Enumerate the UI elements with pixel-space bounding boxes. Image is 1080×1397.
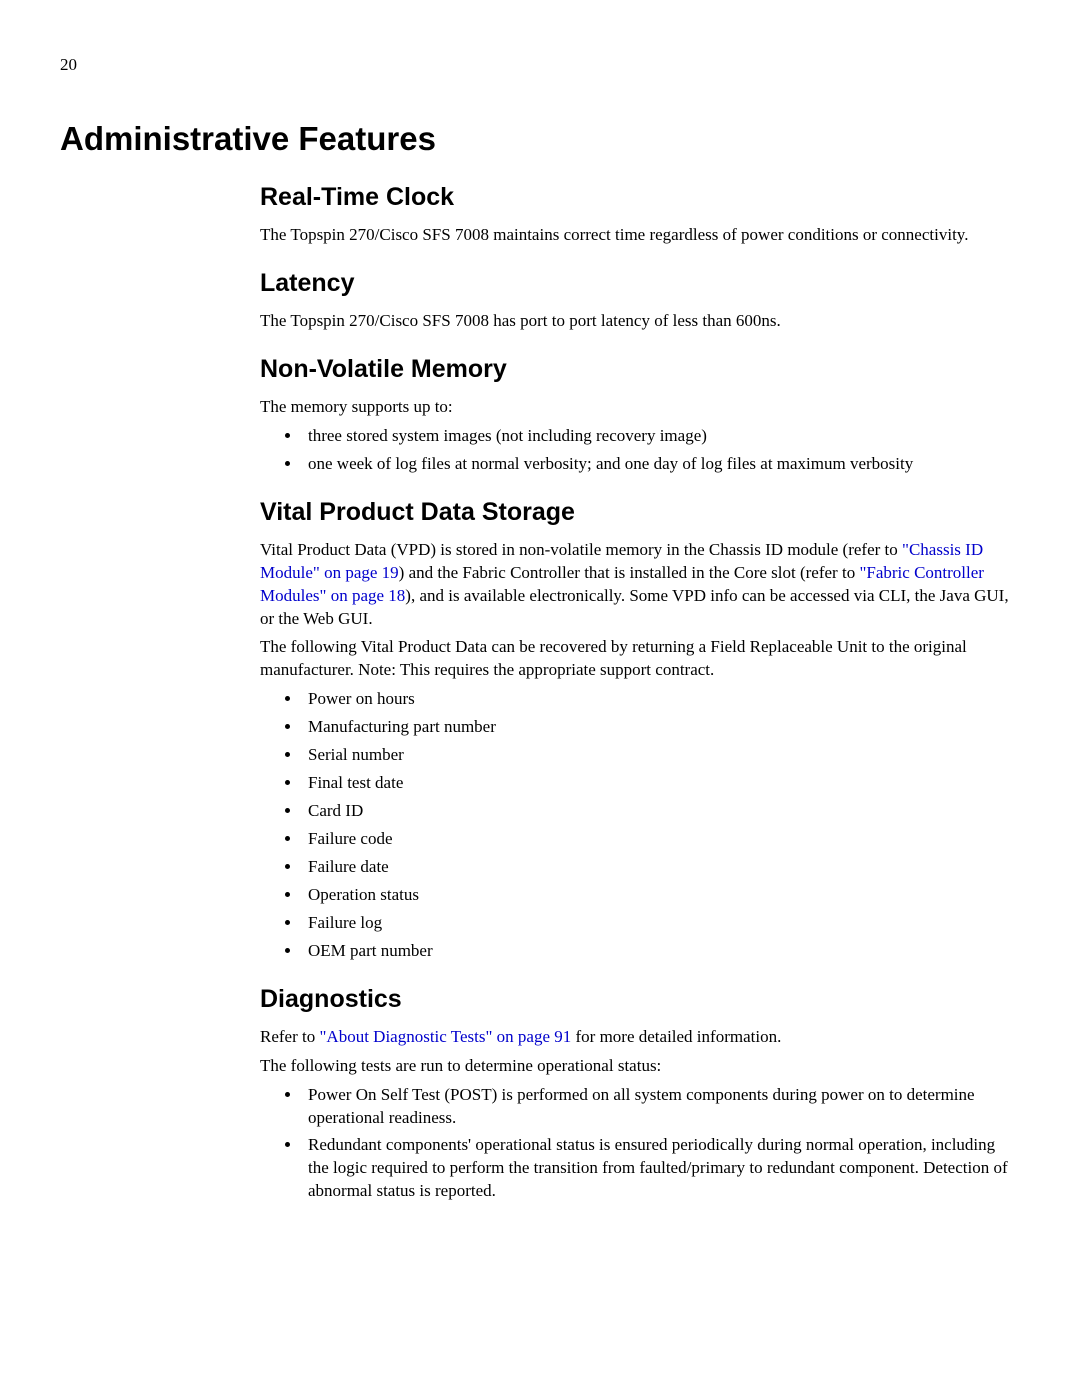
list-item: Card ID bbox=[302, 800, 1020, 823]
paragraph: The following tests are run to determine… bbox=[260, 1055, 1020, 1078]
list-item: Manufacturing part number bbox=[302, 716, 1020, 739]
list: three stored system images (not includin… bbox=[260, 425, 1020, 476]
text: Vital Product Data (VPD) is stored in no… bbox=[260, 540, 902, 559]
list-item: OEM part number bbox=[302, 940, 1020, 963]
section-real-time-clock: Real-Time Clock The Topspin 270/Cisco SF… bbox=[260, 183, 1020, 247]
list-item: Failure date bbox=[302, 856, 1020, 879]
content-body: Real-Time Clock The Topspin 270/Cisco SF… bbox=[260, 183, 1020, 1203]
paragraph: The Topspin 270/Cisco SFS 7008 has port … bbox=[260, 310, 1020, 333]
list-item: Redundant components' operational status… bbox=[302, 1134, 1020, 1203]
list-item: Failure log bbox=[302, 912, 1020, 935]
paragraph: The following Vital Product Data can be … bbox=[260, 636, 1020, 682]
heading-rtc: Real-Time Clock bbox=[260, 183, 1020, 212]
list-item: Power On Self Test (POST) is performed o… bbox=[302, 1084, 1020, 1130]
heading-diagnostics: Diagnostics bbox=[260, 985, 1020, 1014]
page-number: 20 bbox=[60, 55, 1020, 75]
section-non-volatile-memory: Non-Volatile Memory The memory supports … bbox=[260, 355, 1020, 476]
paragraph: Vital Product Data (VPD) is stored in no… bbox=[260, 539, 1020, 631]
list: Power on hours Manufacturing part number… bbox=[260, 688, 1020, 962]
heading-vpd: Vital Product Data Storage bbox=[260, 498, 1020, 527]
list-item: Operation status bbox=[302, 884, 1020, 907]
section-diagnostics: Diagnostics Refer to "About Diagnostic T… bbox=[260, 985, 1020, 1204]
heading-latency: Latency bbox=[260, 269, 1020, 298]
heading-nvm: Non-Volatile Memory bbox=[260, 355, 1020, 384]
list-item: Serial number bbox=[302, 744, 1020, 767]
list-item: Power on hours bbox=[302, 688, 1020, 711]
text: Refer to bbox=[260, 1027, 319, 1046]
section-latency: Latency The Topspin 270/Cisco SFS 7008 h… bbox=[260, 269, 1020, 333]
paragraph: The Topspin 270/Cisco SFS 7008 maintains… bbox=[260, 224, 1020, 247]
section-vpd: Vital Product Data Storage Vital Product… bbox=[260, 498, 1020, 963]
paragraph: Refer to "About Diagnostic Tests" on pag… bbox=[260, 1026, 1020, 1049]
link-about-diagnostic-tests[interactable]: "About Diagnostic Tests" on page 91 bbox=[319, 1027, 571, 1046]
list-item: Failure code bbox=[302, 828, 1020, 851]
list-item: Final test date bbox=[302, 772, 1020, 795]
text: ) and the Fabric Controller that is inst… bbox=[399, 563, 860, 582]
heading-1: Administrative Features bbox=[60, 120, 1020, 158]
list-item: three stored system images (not includin… bbox=[302, 425, 1020, 448]
list-item: one week of log files at normal verbosit… bbox=[302, 453, 1020, 476]
text: for more detailed information. bbox=[571, 1027, 781, 1046]
paragraph: The memory supports up to: bbox=[260, 396, 1020, 419]
list: Power On Self Test (POST) is performed o… bbox=[260, 1084, 1020, 1204]
